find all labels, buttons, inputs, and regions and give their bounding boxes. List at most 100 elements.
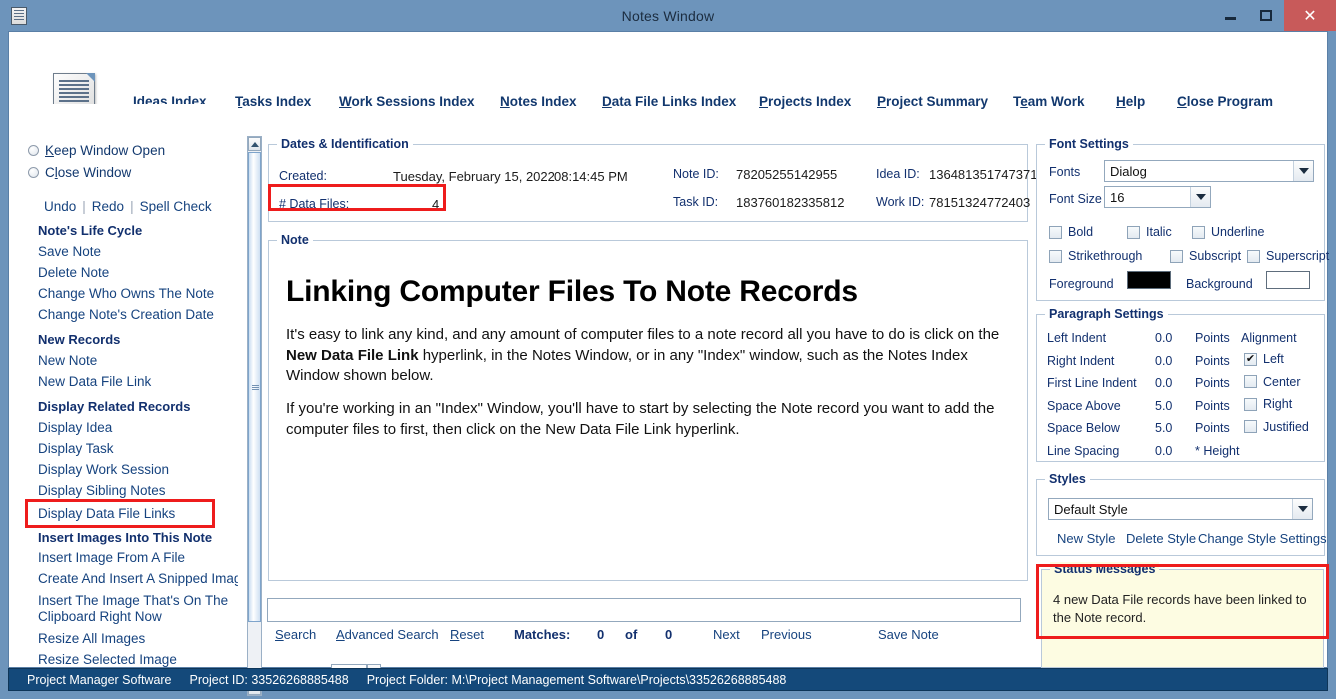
checkbox-underline[interactable]: Underline <box>1192 225 1265 239</box>
checkbox-strikethrough[interactable]: Strikethrough <box>1049 249 1142 263</box>
radio-icon <box>28 145 39 156</box>
nav-item-team-work[interactable]: Team Work <box>1013 94 1085 109</box>
nav-item-project-summary[interactable]: Project Summary <box>877 94 988 109</box>
sidebar-item-display-data-file-links[interactable]: Display Data File Links <box>38 506 175 521</box>
maximize-button[interactable] <box>1248 0 1284 31</box>
chevron-down-icon[interactable] <box>1190 187 1210 207</box>
created-time-value: 08:14:45 PM <box>554 169 628 184</box>
close-button[interactable]: ✕ <box>1284 0 1336 31</box>
sidebar-item-display-sibling-notes[interactable]: Display Sibling Notes <box>38 483 166 498</box>
checkbox-bold[interactable]: Bold <box>1049 225 1093 239</box>
checkbox-icon <box>1244 397 1257 411</box>
alignment-right[interactable]: Right <box>1244 397 1292 411</box>
delete-style-button[interactable]: Delete Style <box>1126 531 1196 546</box>
sidebar-item-insert-the-image-that-s-on-the[interactable]: Insert The Image That's On The <box>38 593 228 608</box>
alignment-label: Alignment <box>1241 331 1297 345</box>
statusbar-project-folder-label: Project Folder: <box>366 672 448 687</box>
sidebar-item-display-idea[interactable]: Display Idea <box>38 420 112 435</box>
paragraph-settings-group: Paragraph Settings Left Indent 0.0 Points R… <box>1036 307 1325 462</box>
new-style-button[interactable]: New Style <box>1057 531 1116 546</box>
nav-item-notes-index[interactable]: Notes Index <box>500 94 577 109</box>
alignment-center[interactable]: Center <box>1244 375 1301 389</box>
sidebar-item-resize-selected-image[interactable]: Resize Selected Image <box>38 652 177 667</box>
sidebar-item-display-task[interactable]: Display Task <box>38 441 114 456</box>
search-button[interactable]: Search <box>275 627 316 642</box>
checkbox-icon <box>1244 420 1257 433</box>
scrollbar-thumb[interactable] <box>248 152 261 622</box>
top-navigation: Ideas Index Tasks Index Work Sessions Inde… <box>9 32 1327 125</box>
search-input[interactable] <box>267 598 1021 622</box>
nav-item-close-program[interactable]: Close Program <box>1177 94 1273 109</box>
sidebar-item-display-work-session[interactable]: Display Work Session <box>38 462 169 477</box>
foreground-color-swatch[interactable] <box>1127 271 1171 289</box>
sidebar-item-new-data-file-link[interactable]: New Data File Link <box>38 374 151 389</box>
nav-item-help[interactable]: Help <box>1116 94 1145 109</box>
checkbox-label: Superscript <box>1266 249 1330 263</box>
scroll-up-button[interactable] <box>248 137 261 151</box>
status-message-text: 4 new Data File records have been linked… <box>1053 592 1307 625</box>
edit-action-redo[interactable]: Redo <box>86 199 130 214</box>
font-family-select[interactable]: Dialog <box>1104 160 1314 182</box>
para-value-space-above[interactable]: 5.0 <box>1155 399 1172 413</box>
minimize-button[interactable] <box>1212 0 1248 31</box>
edit-actions-row: Undo | Redo | Spell Check <box>38 199 218 214</box>
edit-action-spell-check[interactable]: Spell Check <box>134 199 218 214</box>
note-group: Note Linking Computer Files To Note Reco… <box>268 233 1028 581</box>
para-value-left-indent[interactable]: 0.0 <box>1155 331 1172 345</box>
para-label-right-indent: Right Indent <box>1047 353 1115 368</box>
statusbar-project-id-value: 33526268885488 <box>251 672 349 687</box>
para-value-right-indent[interactable]: 0.0 <box>1155 354 1172 368</box>
checkbox-icon <box>1247 249 1260 263</box>
sidebar-item-change-note-s-creation-date[interactable]: Change Note's Creation Date <box>38 307 214 322</box>
sidebar-heading-insert-images-into-this-note: Insert Images Into This Note <box>38 530 213 545</box>
radio-keep-window-open[interactable]: Keep Window Open <box>28 143 165 158</box>
save-note-button[interactable]: Save Note <box>878 627 939 642</box>
sidebar-item-save-note[interactable]: Save Note <box>38 244 101 259</box>
nav-item-projects-index[interactable]: Projects Index <box>759 94 851 109</box>
sidebar-item-new-note[interactable]: New Note <box>38 353 97 368</box>
para-unit-right-indent: Points <box>1195 353 1230 368</box>
para-unit-space-below: Points <box>1195 421 1230 435</box>
sidebar-item-clipboard-right-now[interactable]: Clipboard Right Now <box>38 609 162 624</box>
checkbox-italic[interactable]: Italic <box>1127 225 1172 239</box>
sidebar-item-create-and-insert-a-snipped-image[interactable]: Create And Insert A Snipped Image <box>38 571 238 586</box>
note-paragraphs: It's easy to link any kind, and any amou… <box>286 325 1010 440</box>
para-value-space-below[interactable]: 5.0 <box>1155 421 1172 435</box>
previous-match-button[interactable]: Previous <box>761 627 812 642</box>
advanced-search-button[interactable]: Advanced Search <box>336 627 439 642</box>
edit-action-undo[interactable]: Undo <box>38 199 82 214</box>
alignment-justified[interactable]: Justified <box>1244 420 1309 434</box>
font-size-label: Font Size <box>1049 192 1102 206</box>
next-match-button[interactable]: Next <box>713 627 740 642</box>
sidebar-item-change-who-owns-the-note[interactable]: Change Who Owns The Note <box>38 286 214 301</box>
font-size-select[interactable]: 16 <box>1104 186 1211 208</box>
checkbox-icon <box>1127 225 1140 239</box>
nav-item-work-sessions-index[interactable]: Work Sessions Index <box>339 94 475 109</box>
change-style-settings-button[interactable]: Change Style Settings <box>1198 531 1327 546</box>
nav-item-tasks-index[interactable]: Tasks Index <box>235 94 311 109</box>
alignment-left[interactable]: ✔ Left <box>1244 352 1284 366</box>
chevron-down-icon[interactable] <box>1293 161 1313 181</box>
para-value-line-spacing[interactable]: 0.0 <box>1155 444 1172 458</box>
main-vertical-scrollbar[interactable] <box>247 136 262 696</box>
style-select[interactable]: Default Style <box>1048 498 1313 520</box>
radio-close-window[interactable]: Close Window <box>28 165 131 180</box>
sidebar-item-insert-image-from-a-file[interactable]: Insert Image From A File <box>38 550 185 565</box>
para-label-left-indent: Left Indent <box>1047 331 1107 345</box>
checkbox-superscript[interactable]: Superscript <box>1247 249 1329 263</box>
background-color-swatch[interactable] <box>1266 271 1310 289</box>
status-messages-legend: Status Messages <box>1050 562 1160 576</box>
statusbar-project-id: Project ID: 33526268885488 <box>190 673 349 687</box>
matches-current: 0 <box>597 627 605 642</box>
note-editor[interactable]: Linking Computer Files To Note Records I… <box>270 255 1026 579</box>
sidebar-item-resize-all-images[interactable]: Resize All Images <box>38 631 145 646</box>
sidebar-item-delete-note[interactable]: Delete Note <box>38 265 109 280</box>
para-value-first-line-indent[interactable]: 0.0 <box>1155 376 1172 390</box>
reset-button[interactable]: Reset <box>450 627 484 642</box>
checkbox-subscript[interactable]: Subscript <box>1170 249 1241 263</box>
matches-total: 0 <box>665 627 673 642</box>
chevron-down-icon[interactable] <box>1292 499 1312 519</box>
left-sidebar: Keep Window Open Close Window Undo | Redo | Sp… <box>10 104 238 667</box>
nav-item-data-file-links-index[interactable]: Data File Links Index <box>602 94 736 109</box>
para-unit-left-indent: Points <box>1195 331 1230 345</box>
